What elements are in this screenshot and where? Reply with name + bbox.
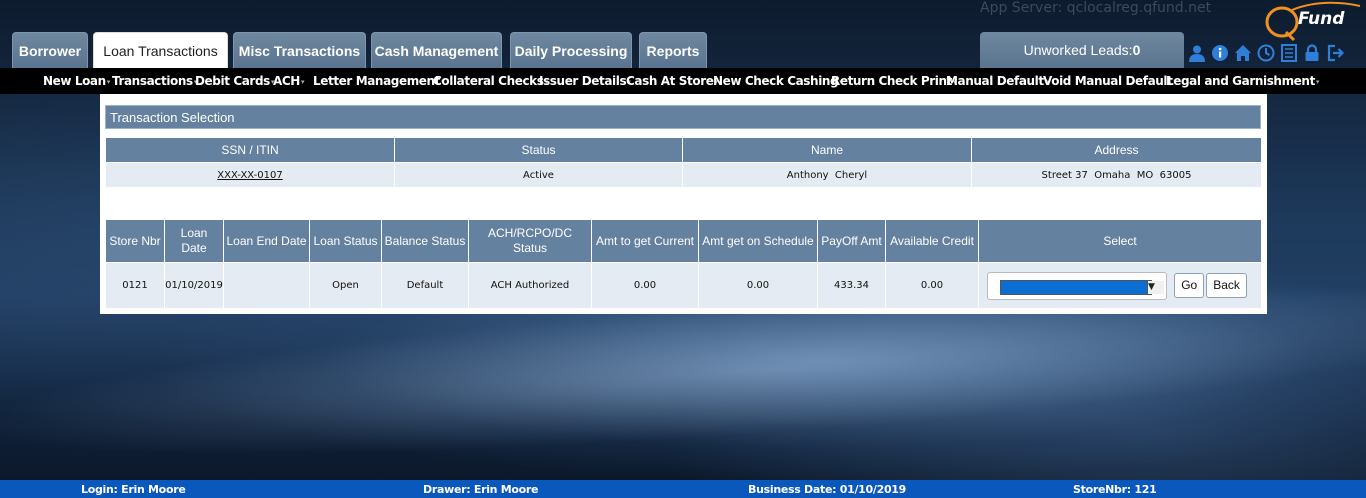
footer-business-date: Business Date: 01/10/2019 xyxy=(748,483,907,496)
col-ach-status: ACH/RCPO/DC Status xyxy=(468,219,592,263)
col-address: Address xyxy=(971,137,1262,163)
payoff-amt-cell: 433.34 xyxy=(817,262,886,309)
section-title: Transaction Selection xyxy=(105,105,1261,129)
loan-status-cell: Open xyxy=(309,262,382,309)
menu-void-manual-default-label: Void Manual Default xyxy=(1043,74,1173,88)
menu-new-check-cashing[interactable]: New Check Cashing▾ xyxy=(713,74,843,88)
tab-misc-transactions[interactable]: Misc Transactions xyxy=(233,32,366,68)
footer-store-nbr: StoreNbr: 121 xyxy=(1073,483,1157,496)
qfund-logo: Fund xyxy=(1262,0,1362,44)
col-amt-schedule: Amt get on Schedule xyxy=(698,219,818,263)
amt-schedule-cell: 0.00 xyxy=(698,262,818,309)
menu-cash-at-store-label: Cash At Store xyxy=(626,74,714,88)
list-icon[interactable] xyxy=(1280,44,1299,62)
select-highlight: ▼ xyxy=(1000,279,1164,295)
tab-loan-transactions[interactable]: Loan Transactions xyxy=(93,32,228,68)
col-balance-status: Balance Status xyxy=(381,219,469,263)
user-icon[interactable] xyxy=(1188,44,1207,62)
menu-arrow-icon: ▾ xyxy=(300,78,305,86)
customer-table: SSN / ITIN Status Name Address XXX-XX-01… xyxy=(105,137,1262,188)
unworked-leads[interactable]: Unworked Leads: 0 xyxy=(980,32,1184,68)
info-icon[interactable] xyxy=(1211,44,1230,62)
menu-legal-garnishment[interactable]: Legal and Garnishment▾ xyxy=(1166,74,1319,88)
menu-arrow-icon: ▾ xyxy=(1315,78,1320,86)
back-button[interactable]: Back xyxy=(1206,273,1247,298)
menu-void-manual-default[interactable]: Void Manual Default▾ xyxy=(1043,74,1177,88)
name-cell: Anthony Cheryl xyxy=(682,162,972,188)
menu-transactions-label: Transactions xyxy=(112,74,193,88)
menu-letter-management[interactable]: Letter Management▾ xyxy=(313,74,445,88)
col-payoff-amt: PayOff Amt xyxy=(817,219,886,263)
menu-debit-cards[interactable]: Debit Cards▾ xyxy=(195,74,274,88)
menu-new-loan-label: New Loan xyxy=(43,74,106,88)
status-footer: Login: Erin Moore Drawer: Erin Moore Bus… xyxy=(0,480,1366,498)
select-cell: ▼ Go Back xyxy=(978,262,1262,309)
balance-status-cell: Default xyxy=(381,262,469,309)
tab-reports[interactable]: Reports xyxy=(639,32,707,68)
header-icons xyxy=(1188,44,1345,62)
menu-debit-cards-label: Debit Cards xyxy=(195,74,270,88)
sub-menu-bar: New Loan▾ Transactions▾ Debit Cards▾ ACH… xyxy=(0,68,1366,94)
menu-ach[interactable]: ACH▾ xyxy=(273,74,304,88)
col-loan-status: Loan Status xyxy=(309,219,382,263)
menu-issuer-details[interactable]: Issuer Details▾ xyxy=(539,74,631,88)
menu-letter-management-label: Letter Management xyxy=(313,74,441,88)
logo-text: Fund xyxy=(1298,9,1345,29)
menu-issuer-details-label: Issuer Details xyxy=(539,74,627,88)
menu-manual-default-label: Manual Default xyxy=(946,74,1044,88)
col-ssn: SSN / ITIN xyxy=(105,137,395,163)
menu-cash-at-store[interactable]: Cash At Store▾ xyxy=(626,74,718,88)
menu-arrow-icon: ▾ xyxy=(106,78,111,86)
col-amt-current: Amt to get Current xyxy=(591,219,699,263)
table-row: XXX-XX-0107 Active Anthony Cheryl Street… xyxy=(105,162,1262,188)
available-credit-cell: 0.00 xyxy=(885,262,979,309)
col-loan-date: Loan Date xyxy=(164,219,224,263)
menu-legal-garnishment-label: Legal and Garnishment xyxy=(1166,74,1315,88)
tab-daily-processing[interactable]: Daily Processing xyxy=(510,32,632,68)
unworked-leads-count: 0 xyxy=(1132,42,1141,58)
tab-borrower[interactable]: Borrower xyxy=(12,32,88,68)
menu-manual-default[interactable]: Manual Default▾ xyxy=(946,74,1048,88)
col-available-credit: Available Credit xyxy=(885,219,979,263)
amt-current-cell: 0.00 xyxy=(591,262,699,309)
menu-collateral-checks-label: Collateral Checks xyxy=(433,74,544,88)
app-server-label: App Server: qclocalreg.qfund.net xyxy=(980,0,1212,16)
ssn-link[interactable]: XXX-XX-0107 xyxy=(217,170,282,181)
loan-end-date-cell xyxy=(223,262,310,309)
menu-return-check-print-label: Return Check Print xyxy=(831,74,952,88)
chevron-down-icon[interactable]: ▼ xyxy=(1147,280,1164,294)
table-row: 0121 01/10/2019 Open Default ACH Authori… xyxy=(105,262,1262,309)
loan-date-cell: 01/10/2019 xyxy=(164,262,224,309)
go-button[interactable]: Go xyxy=(1174,273,1205,298)
loan-table: Store Nbr Loan Date Loan End Date Loan S… xyxy=(105,219,1262,309)
transaction-selection-panel: Transaction Selection SSN / ITIN Status … xyxy=(100,94,1267,314)
clock-icon[interactable] xyxy=(1257,44,1276,62)
loan-table-header: Store Nbr Loan Date Loan End Date Loan S… xyxy=(105,219,1262,263)
home-icon[interactable] xyxy=(1234,44,1253,62)
col-loan-end-date: Loan End Date xyxy=(223,219,310,263)
status-cell: Active xyxy=(394,162,683,188)
tab-cash-management[interactable]: Cash Management xyxy=(371,32,502,68)
address-cell: Street 37 Omaha MO 63005 xyxy=(971,162,1262,188)
menu-collateral-checks[interactable]: Collateral Checks▾ xyxy=(433,74,548,88)
col-store-nbr: Store Nbr xyxy=(105,219,165,263)
ssn-cell: XXX-XX-0107 xyxy=(105,162,395,188)
footer-login: Login: Erin Moore xyxy=(81,483,186,496)
col-name: Name xyxy=(682,137,972,163)
menu-transactions[interactable]: Transactions▾ xyxy=(112,74,197,88)
store-nbr-cell: 0121 xyxy=(105,262,165,309)
menu-ach-label: ACH xyxy=(273,74,300,88)
col-status: Status xyxy=(394,137,683,163)
transaction-select[interactable]: ▼ xyxy=(987,271,1167,300)
menu-return-check-print[interactable]: Return Check Print▾ xyxy=(831,74,957,88)
unworked-leads-label: Unworked Leads: xyxy=(1023,42,1133,58)
col-select: Select xyxy=(978,219,1262,263)
customer-table-header: SSN / ITIN Status Name Address xyxy=(105,137,1262,163)
lock-icon[interactable] xyxy=(1303,44,1322,62)
logout-icon[interactable] xyxy=(1326,44,1345,62)
menu-new-loan[interactable]: New Loan▾ xyxy=(43,74,110,88)
ach-status-cell: ACH Authorized xyxy=(468,262,592,309)
footer-drawer: Drawer: Erin Moore xyxy=(423,483,539,496)
menu-new-check-cashing-label: New Check Cashing xyxy=(713,74,839,88)
